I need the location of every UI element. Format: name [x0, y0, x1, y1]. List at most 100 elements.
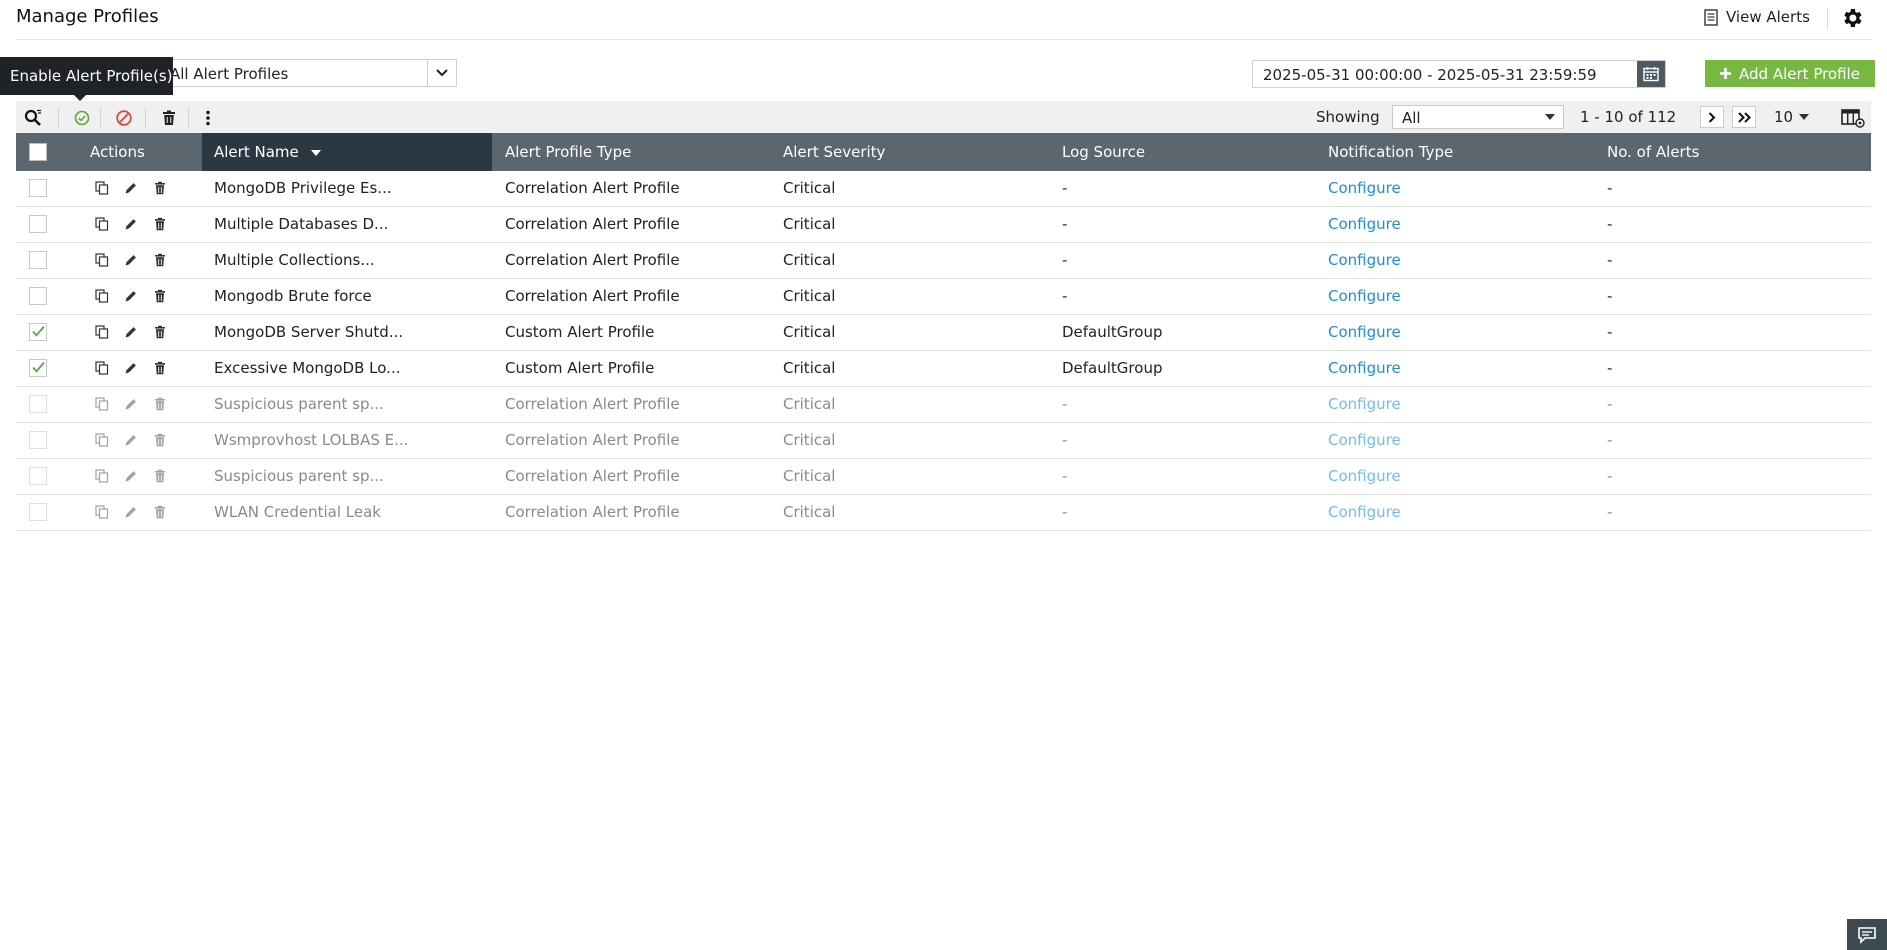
- table-row[interactable]: Wsmprovhost LOLBAS E... Correlation Alert…: [16, 423, 1871, 459]
- configure-notification-link[interactable]: Configure: [1328, 243, 1401, 277]
- table-row[interactable]: Mongodb Brute force Correlation Alert Pro…: [16, 279, 1871, 315]
- view-alerts-link[interactable]: View Alerts: [1704, 8, 1810, 26]
- row-checkbox[interactable]: [29, 395, 47, 413]
- edit-pencil-icon[interactable]: [124, 397, 138, 411]
- delete-trash-icon[interactable]: [153, 469, 167, 483]
- enable-check-circle-icon[interactable]: [73, 109, 91, 127]
- configure-notification-link[interactable]: Configure: [1328, 423, 1401, 457]
- copy-icon[interactable]: [95, 361, 109, 375]
- alert-name-cell[interactable]: Mongodb Brute force: [214, 279, 372, 313]
- alert-name-cell[interactable]: Multiple Databases D...: [214, 207, 388, 241]
- copy-icon[interactable]: [95, 181, 109, 195]
- chat-button[interactable]: [1847, 919, 1887, 950]
- configure-notification-link[interactable]: Configure: [1328, 387, 1401, 421]
- edit-pencil-icon[interactable]: [124, 289, 138, 303]
- delete-trash-icon[interactable]: [160, 109, 178, 127]
- alert-name-cell[interactable]: Suspicious parent sp...: [214, 459, 384, 493]
- column-chooser-icon[interactable]: [1841, 108, 1865, 128]
- delete-trash-icon[interactable]: [153, 289, 167, 303]
- row-checkbox[interactable]: [29, 215, 47, 233]
- configure-notification-link[interactable]: Configure: [1328, 279, 1401, 313]
- table-row[interactable]: Multiple Collections... Correlation Alert…: [16, 243, 1871, 279]
- column-header-notification-type[interactable]: Notification Type: [1328, 133, 1453, 171]
- alert-name-cell[interactable]: MongoDB Server Shutd...: [214, 315, 403, 349]
- edit-pencil-icon[interactable]: [124, 505, 138, 519]
- edit-pencil-icon[interactable]: [124, 433, 138, 447]
- calendar-button[interactable]: [1637, 61, 1665, 87]
- configure-notification-link[interactable]: Configure: [1328, 351, 1401, 385]
- row-checkbox[interactable]: [29, 251, 47, 269]
- configure-notification-link[interactable]: Configure: [1328, 207, 1401, 241]
- edit-pencil-icon[interactable]: [124, 181, 138, 195]
- delete-trash-icon[interactable]: [153, 397, 167, 411]
- copy-icon[interactable]: [95, 217, 109, 231]
- disable-block-icon[interactable]: [115, 109, 133, 127]
- severity-cell: Critical: [783, 395, 836, 413]
- alert-name-cell[interactable]: MongoDB Privilege Es...: [214, 171, 392, 205]
- row-checkbox[interactable]: [29, 467, 47, 485]
- filter-dropdown-toggle[interactable]: [427, 60, 456, 86]
- delete-trash-icon[interactable]: [153, 181, 167, 195]
- table-row[interactable]: MongoDB Privilege Es... Correlation Alert…: [16, 171, 1871, 207]
- edit-pencil-icon[interactable]: [124, 469, 138, 483]
- alert-name-cell[interactable]: Excessive MongoDB Lo...: [214, 351, 400, 385]
- date-range-picker[interactable]: 2025-05-31 00:00:00 - 2025-05-31 23:59:5…: [1252, 60, 1666, 88]
- next-page-button[interactable]: [1700, 106, 1724, 128]
- row-checkbox[interactable]: [29, 359, 47, 377]
- row-checkbox[interactable]: [29, 323, 47, 341]
- delete-trash-icon[interactable]: [153, 361, 167, 375]
- alert-profile-filter-select[interactable]: All Alert Profiles: [165, 59, 457, 87]
- settings-gear-icon[interactable]: [1840, 6, 1864, 30]
- alert-name-cell[interactable]: Multiple Collections...: [214, 243, 375, 277]
- column-header-profile-type[interactable]: Alert Profile Type: [505, 133, 631, 171]
- alert-name-cell[interactable]: Suspicious parent sp...: [214, 387, 384, 421]
- showing-filter-select[interactable]: All: [1392, 105, 1564, 129]
- edit-pencil-icon[interactable]: [124, 361, 138, 375]
- table-row[interactable]: MongoDB Server Shutd... Custom Alert Prof…: [16, 315, 1871, 351]
- table-row[interactable]: Excessive MongoDB Lo... Custom Alert Prof…: [16, 351, 1871, 387]
- copy-icon[interactable]: [95, 397, 109, 411]
- page-title: Manage Profiles: [16, 6, 159, 27]
- table-row[interactable]: WLAN Credential Leak Correlation Alert Pr…: [16, 495, 1871, 531]
- more-vertical-icon[interactable]: [199, 109, 217, 127]
- column-header-log-source[interactable]: Log Source: [1062, 133, 1145, 171]
- add-alert-profile-button[interactable]: Add Alert Profile: [1705, 60, 1875, 87]
- select-all-checkbox[interactable]: [29, 143, 47, 161]
- log-source-cell: -: [1062, 215, 1068, 233]
- page-size-select[interactable]: 10: [1774, 108, 1810, 126]
- configure-notification-link[interactable]: Configure: [1328, 495, 1401, 529]
- alert-name-cell[interactable]: Wsmprovhost LOLBAS E...: [214, 423, 408, 457]
- table-row[interactable]: Suspicious parent sp... Correlation Alert…: [16, 459, 1871, 495]
- table-row[interactable]: Suspicious parent sp... Correlation Alert…: [16, 387, 1871, 423]
- copy-icon[interactable]: [95, 433, 109, 447]
- row-checkbox[interactable]: [29, 503, 47, 521]
- search-icon[interactable]: [24, 109, 42, 127]
- date-range-value: 2025-05-31 00:00:00 - 2025-05-31 23:59:5…: [1263, 66, 1597, 84]
- row-checkbox[interactable]: [29, 287, 47, 305]
- copy-icon[interactable]: [95, 469, 109, 483]
- edit-pencil-icon[interactable]: [124, 217, 138, 231]
- configure-notification-link[interactable]: Configure: [1328, 171, 1401, 205]
- copy-icon[interactable]: [95, 505, 109, 519]
- table-row[interactable]: Multiple Databases D... Correlation Alert…: [16, 207, 1871, 243]
- edit-pencil-icon[interactable]: [124, 253, 138, 267]
- delete-trash-icon[interactable]: [153, 217, 167, 231]
- row-checkbox[interactable]: [29, 179, 47, 197]
- column-header-alert-name[interactable]: Alert Name: [202, 133, 492, 171]
- delete-trash-icon[interactable]: [153, 325, 167, 339]
- column-header-severity[interactable]: Alert Severity: [783, 133, 885, 171]
- delete-trash-icon[interactable]: [153, 253, 167, 267]
- copy-icon[interactable]: [95, 289, 109, 303]
- alert-name-cell[interactable]: WLAN Credential Leak: [214, 495, 381, 529]
- delete-trash-icon[interactable]: [153, 433, 167, 447]
- row-checkbox[interactable]: [29, 431, 47, 449]
- delete-trash-icon[interactable]: [153, 505, 167, 519]
- copy-icon[interactable]: [95, 253, 109, 267]
- last-page-button[interactable]: [1732, 106, 1756, 128]
- edit-pencil-icon[interactable]: [124, 325, 138, 339]
- column-header-actions: Actions: [90, 143, 145, 161]
- copy-icon[interactable]: [95, 325, 109, 339]
- configure-notification-link[interactable]: Configure: [1328, 315, 1401, 349]
- configure-notification-link[interactable]: Configure: [1328, 459, 1401, 493]
- column-header-alert-count[interactable]: No. of Alerts: [1607, 133, 1699, 171]
